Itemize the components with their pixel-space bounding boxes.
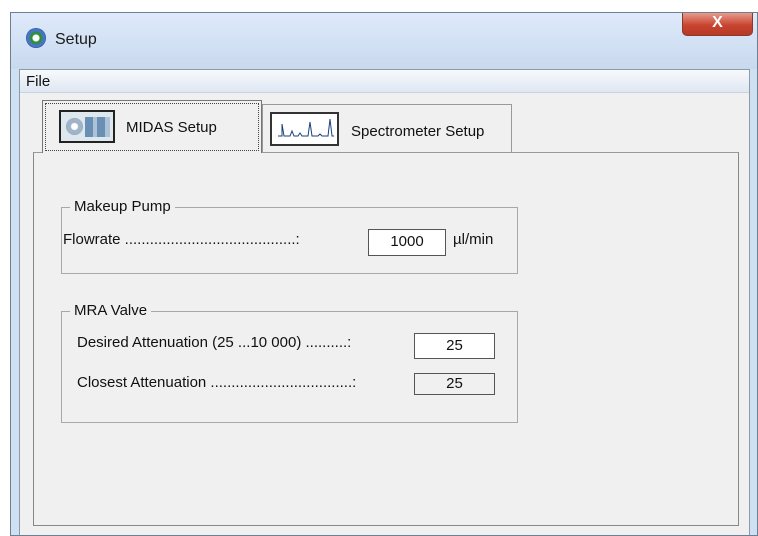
closest-attenuation-label: Closest Attenuation ....................… (77, 374, 357, 391)
tab-label-spectrometer-setup: Spectrometer Setup (351, 123, 485, 140)
mra-valve-title: MRA Valve (70, 302, 152, 319)
menu-bar: File (20, 70, 749, 93)
tab-spectrometer-setup[interactable]: Spectrometer Setup (262, 104, 512, 152)
flowrate-unit: µl/min (453, 231, 494, 248)
desired-attenuation-input[interactable]: 25 (414, 333, 495, 359)
spectrum-icon (270, 112, 339, 146)
menu-file[interactable]: File (26, 73, 50, 90)
tab-label-midas-setup: MIDAS Setup (126, 119, 217, 136)
window-title: Setup (55, 31, 97, 48)
midas-icon (59, 110, 115, 143)
setup-window: Setup X File MIDAS Setup Spectrometer Se… (10, 12, 758, 536)
close-icon: X (712, 14, 723, 31)
app-icon (26, 28, 46, 48)
makeup-pump-group: Makeup Pump Flowrate ...................… (61, 198, 518, 274)
closest-attenuation-value: 25 (414, 373, 495, 395)
tab-content-panel: Makeup Pump Flowrate ...................… (33, 152, 739, 526)
close-button[interactable]: X (682, 13, 753, 36)
tab-midas-setup[interactable]: MIDAS Setup (42, 100, 262, 153)
desired-attenuation-label: Desired Attenuation (25 ...10 000) .....… (77, 334, 352, 351)
flowrate-label: Flowrate ...............................… (63, 231, 300, 248)
flowrate-input[interactable]: 1000 (368, 229, 446, 256)
title-bar[interactable]: Setup X (11, 13, 757, 69)
client-area: File MIDAS Setup Spectrometer Setup Make… (19, 69, 750, 535)
makeup-pump-title: Makeup Pump (70, 198, 175, 215)
mra-valve-group: MRA Valve Desired Attenuation (25 ...10 … (61, 302, 518, 423)
